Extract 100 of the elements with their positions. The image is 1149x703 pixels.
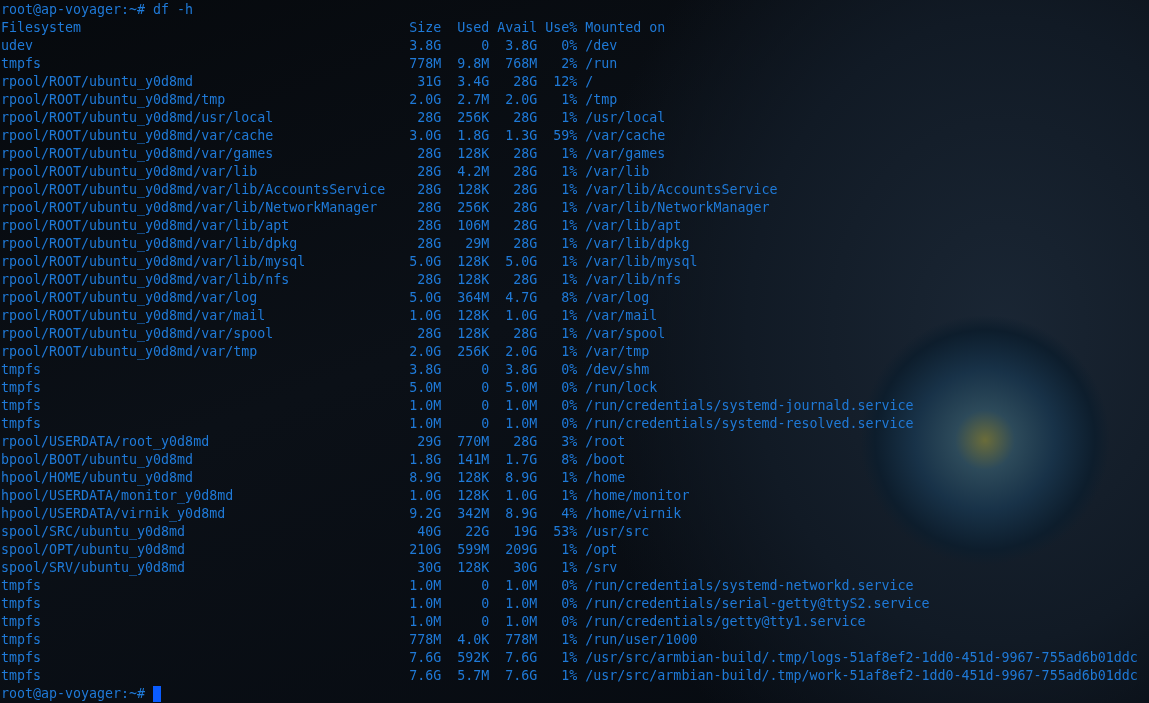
table-cell-text: /run/credentials/getty@tty1.service xyxy=(585,613,867,631)
table-cell-text: 778M xyxy=(408,55,442,73)
table-cell-text: /home/virnik xyxy=(585,505,683,523)
table-cell-text: 3% xyxy=(560,433,578,451)
table-cell-text: 0 xyxy=(480,37,490,55)
table-cell-text: rpool/ROOT/ubuntu_y0d8md/tmp xyxy=(1,91,227,109)
table-cell-text: 1.0M xyxy=(408,613,442,631)
table-cell-text: 28G xyxy=(416,163,442,181)
table-cell-text: /run/credentials/systemd-networkd.service xyxy=(585,577,915,595)
table-cell-text: 28G xyxy=(416,199,442,217)
table-cell-text: 3.8G xyxy=(408,361,442,379)
table-cell-text: 0% xyxy=(560,361,578,379)
table-cell-text: 28G xyxy=(416,271,442,289)
table-cell-text: /usr/src/armbian-build/.tmp/logs-51af8ef2-1dd0-451d-9967-755ad6b01ddc xyxy=(585,649,1139,667)
table-cell-text: 1.0M xyxy=(504,397,538,415)
table-cell-text: 2.0G xyxy=(504,91,538,109)
table-cell-text: /var/games xyxy=(585,145,667,163)
table-cell-text: rpool/ROOT/ubuntu_y0d8md/var/games xyxy=(1,145,275,163)
table-cell-text: /boot xyxy=(585,451,627,469)
table-cell-text: 1% xyxy=(560,253,578,271)
table-cell-text: 2.0G xyxy=(408,343,442,361)
table-cell-text: 128K xyxy=(456,325,490,343)
table-cell-text: 364M xyxy=(456,289,490,307)
table-cell-text: 1.0M xyxy=(408,595,442,613)
table-cell-text: 2% xyxy=(560,55,578,73)
table-cell-text: rpool/ROOT/ubuntu_y0d8md/var/lib/dpkg xyxy=(1,235,299,253)
table-cell-text: 12% xyxy=(552,73,578,91)
column-header: Size xyxy=(408,19,442,37)
table-cell-text: 256K xyxy=(456,343,490,361)
table-cell-text: /var/log xyxy=(585,289,651,307)
table-cell-text: 5.0G xyxy=(408,253,442,271)
table-cell-text: 4.2M xyxy=(456,163,490,181)
table-cell-text: 0% xyxy=(560,577,578,595)
table-cell-text: tmpfs xyxy=(1,577,43,595)
table-cell-text: 1% xyxy=(560,325,578,343)
table-cell-text: 28G xyxy=(416,181,442,199)
table-cell-text: tmpfs xyxy=(1,415,43,433)
column-header: Avail xyxy=(497,19,538,37)
table-cell-text: 1.0M xyxy=(504,595,538,613)
table-cell-text: 29M xyxy=(464,235,490,253)
table-cell-text: 1.0M xyxy=(408,415,442,433)
table-cell-text: 768M xyxy=(504,55,538,73)
table-cell-text: udev xyxy=(1,37,35,55)
table-cell-text: tmpfs xyxy=(1,649,43,667)
table-cell-text: rpool/ROOT/ubuntu_y0d8md/var/lib/mysql xyxy=(1,253,307,271)
table-cell-text: 4.7G xyxy=(504,289,538,307)
table-cell-text: 141M xyxy=(456,451,490,469)
table-cell-text: rpool/ROOT/ubuntu_y0d8md/var/lib/apt xyxy=(1,217,291,235)
table-cell-text: 1.8G xyxy=(408,451,442,469)
table-cell-text: 1.0G xyxy=(504,307,538,325)
table-cell-text: 28G xyxy=(512,199,538,217)
table-cell-text: 1.0M xyxy=(408,397,442,415)
table-cell-text: 128K xyxy=(456,181,490,199)
table-cell-text: /root xyxy=(585,433,627,451)
table-cell-text: 1% xyxy=(560,271,578,289)
table-cell-text: 1% xyxy=(560,163,578,181)
table-cell-text: 28G xyxy=(512,217,538,235)
table-cell-text: 128K xyxy=(456,469,490,487)
table-cell-text: 1.0G xyxy=(408,307,442,325)
table-cell-text: 28G xyxy=(512,181,538,199)
table-cell-text: 9.2G xyxy=(408,505,442,523)
table-cell-text: 0 xyxy=(480,613,490,631)
table-cell-text: 5.0G xyxy=(408,289,442,307)
table-cell-text: 8.9G xyxy=(504,505,538,523)
table-cell-text: /var/cache xyxy=(585,127,667,145)
table-cell-text: 1.3G xyxy=(504,127,538,145)
table-cell-text: 7.6G xyxy=(408,649,442,667)
table-cell-text: 1% xyxy=(560,343,578,361)
table-cell-text: 106M xyxy=(456,217,490,235)
table-cell-text: /var/lib/mysql xyxy=(585,253,699,271)
table-cell-text: 0 xyxy=(480,595,490,613)
table-cell-text: 1% xyxy=(560,559,578,577)
table-cell-text: 28G xyxy=(416,109,442,127)
table-cell-text: 28G xyxy=(416,325,442,343)
table-cell-text: 778M xyxy=(408,631,442,649)
command-line: root@ap-voyager:~# df -h xyxy=(1,1,194,19)
table-cell-text: 209G xyxy=(504,541,538,559)
table-cell-text: tmpfs xyxy=(1,667,43,685)
table-cell-text: hpool/USERDATA/monitor_y0d8md xyxy=(1,487,235,505)
table-cell-text: 0 xyxy=(480,415,490,433)
table-cell-text: tmpfs xyxy=(1,55,43,73)
table-cell-text: / xyxy=(585,73,595,91)
table-cell-text: /home xyxy=(585,469,627,487)
table-cell-text: /opt xyxy=(585,541,619,559)
table-cell-text: /usr/local xyxy=(585,109,667,127)
table-cell-text: 5.0G xyxy=(504,253,538,271)
shell-prompt: root@ap-voyager:~# xyxy=(1,685,146,703)
table-cell-text: tmpfs xyxy=(1,397,43,415)
table-cell-text: tmpfs xyxy=(1,613,43,631)
table-cell-text: 1.0M xyxy=(504,613,538,631)
table-cell-text: /var/lib/nfs xyxy=(585,271,683,289)
table-cell-text: 770M xyxy=(456,433,490,451)
table-cell-text: rpool/ROOT/ubuntu_y0d8md/var/spool xyxy=(1,325,275,343)
table-cell-text: /dev/shm xyxy=(585,361,651,379)
table-cell-text: tmpfs xyxy=(1,631,43,649)
table-cell-text: 22G xyxy=(464,523,490,541)
table-cell-text: 1% xyxy=(560,307,578,325)
table-cell-text: hpool/USERDATA/virnik_y0d8md xyxy=(1,505,227,523)
table-cell-text: rpool/ROOT/ubuntu_y0d8md/var/lib/NetworkManager xyxy=(1,199,379,217)
table-cell-text: 53% xyxy=(552,523,578,541)
